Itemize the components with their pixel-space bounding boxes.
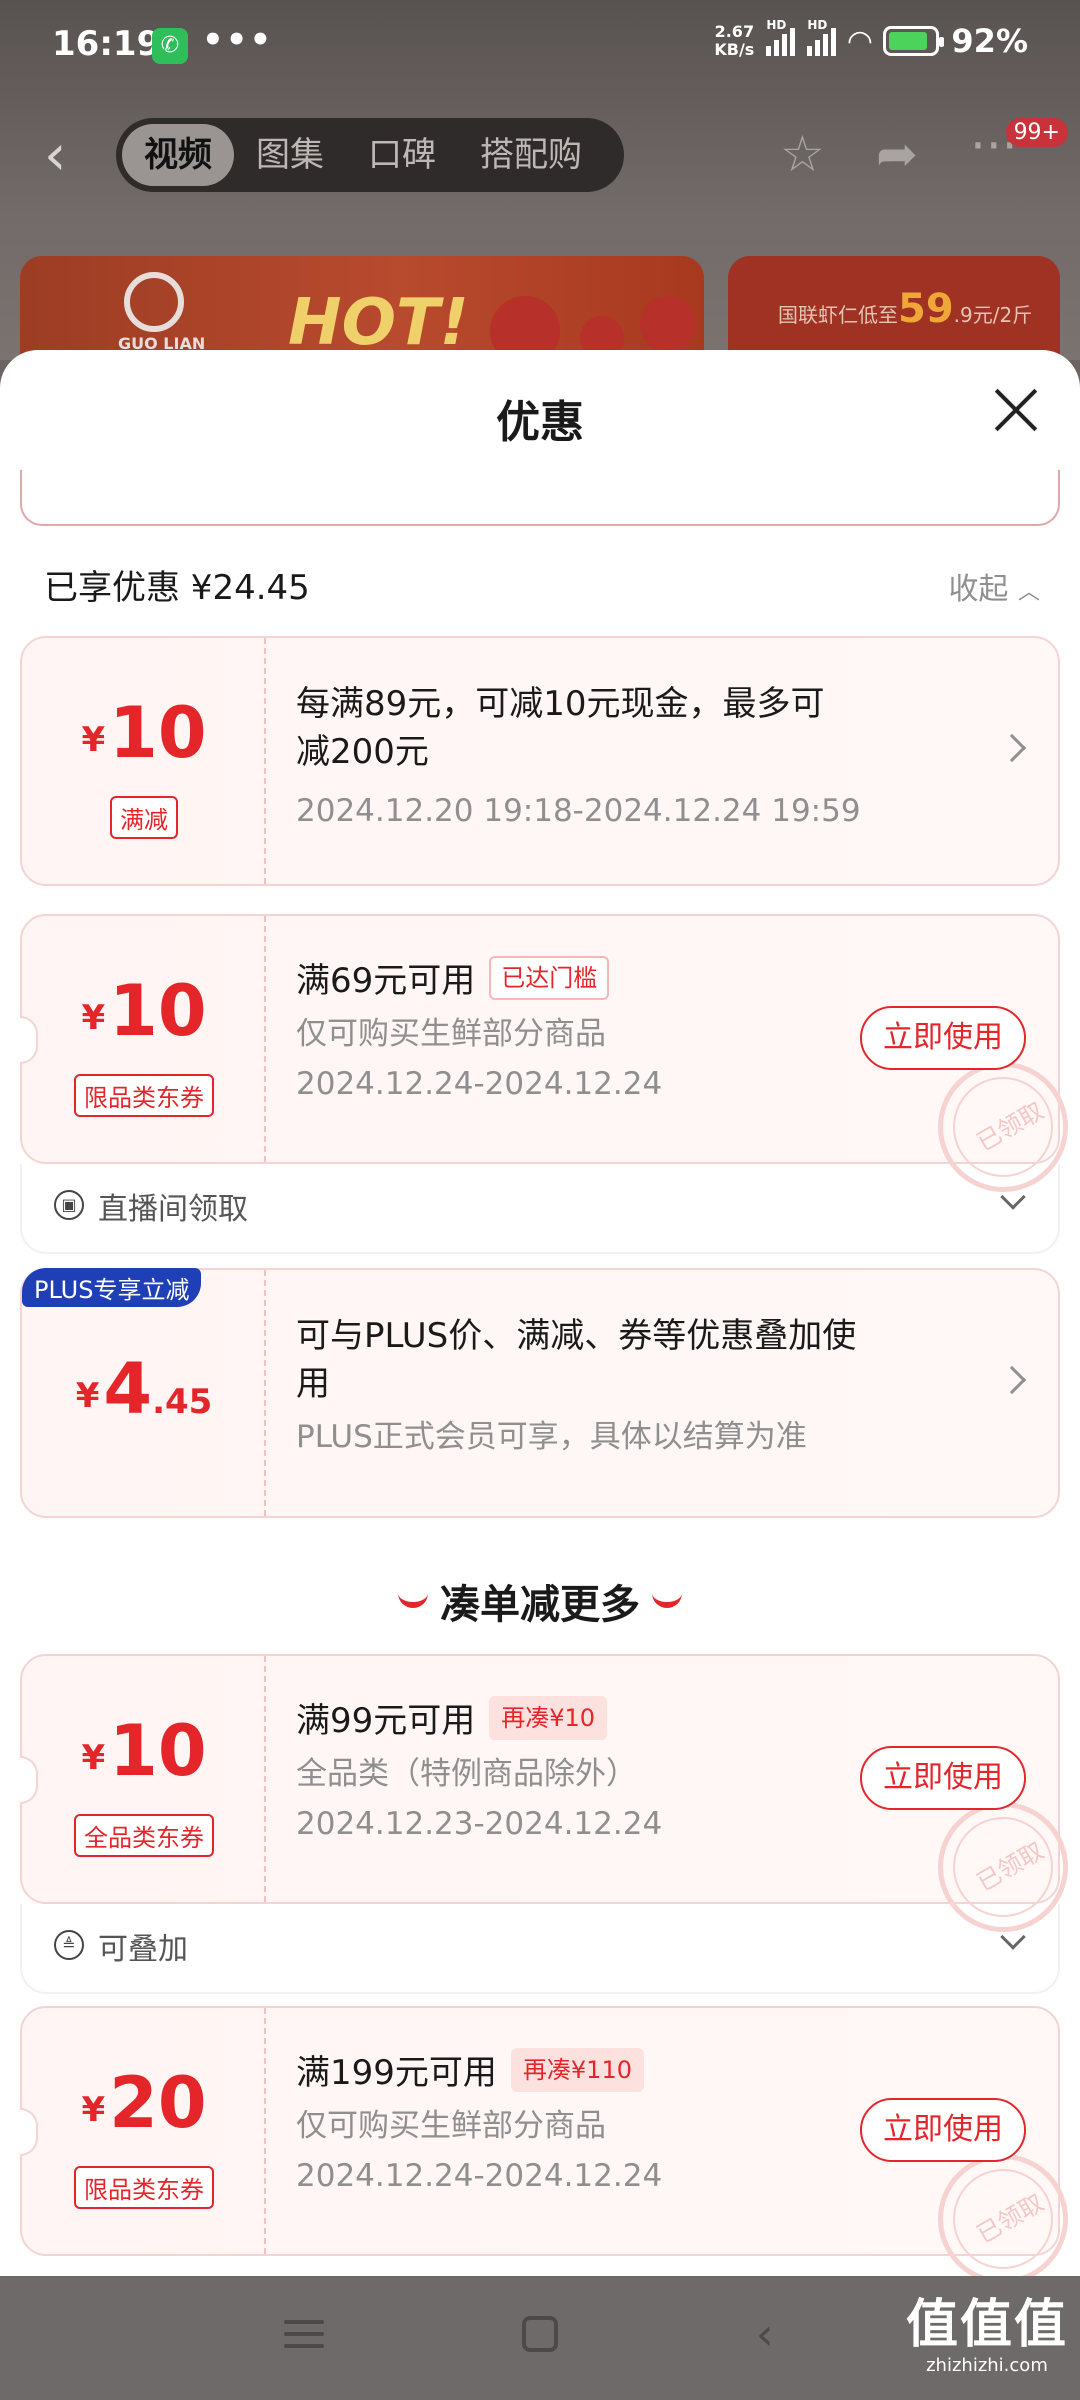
chevron-down-icon <box>1000 1924 1026 1950</box>
coupon-amount-area: ¥10 满减 <box>22 638 266 884</box>
coupon-amount-area: ¥10 限品类东券 <box>22 916 266 1162</box>
site-watermark: 值值值 zhizhizhi.com <box>906 2282 1068 2376</box>
wifi-icon: ◠ <box>848 23 872 59</box>
back-nav-icon[interactable]: ‹ <box>756 2310 774 2360</box>
coupon-amount: ¥4.45 <box>75 1348 213 1430</box>
coupon-type-tag: 限品类东券 <box>74 1074 214 1117</box>
notification-badge: 99+ <box>1005 118 1068 147</box>
hd-label-1: HD <box>766 18 787 32</box>
coupon-threshold: 满69元可用 <box>296 961 476 1001</box>
coupon-amount: ¥20 <box>81 2062 207 2144</box>
coupon-scope: 仅可购买生鲜部分商品 <box>296 1016 606 1052</box>
coupon-amount: ¥10 <box>81 1710 207 1792</box>
close-icon[interactable] <box>992 386 1040 434</box>
chevron-right-icon <box>997 733 1027 763</box>
battery-percent: 92% <box>951 22 1028 60</box>
enjoyed-discount-text: 已享优惠 ¥24.45 <box>44 568 310 608</box>
use-now-button[interactable]: 立即使用 <box>860 2098 1026 2162</box>
coupon-threshold: 满199元可用 <box>296 2053 497 2093</box>
discount-sheet: 优惠 已享优惠 ¥24.45 收起 ︿ ¥10 满减 每满89元，可减10元现金… <box>0 350 1080 2276</box>
chevron-up-icon: ︿ <box>1017 580 1040 605</box>
coupon-rule: 可与PLUS价、满减、券等优惠叠加使用 <box>296 1316 857 1404</box>
threshold-reached-tag: 已达门槛 <box>489 956 610 1000</box>
coupon-validity: 2024.12.23-2024.12.24 <box>296 1806 663 1842</box>
coupon-scope: 仅可购买生鲜部分商品 <box>296 2108 606 2144</box>
net-speed: 2.67 KB/s <box>714 23 754 59</box>
coupon-threshold: 满99元可用 <box>296 1701 476 1741</box>
status-bar: 16:19 ✆ ••• 2.67 KB/s HD HD ◠ 92% <box>0 0 1080 92</box>
claimed-stamp: 已领取 <box>938 2154 1068 2276</box>
media-tabs: 视频 图集 口碑 搭配购 <box>116 118 624 192</box>
share-icon[interactable]: ➦ <box>876 126 918 182</box>
coupon-amount: ¥10 <box>81 970 207 1052</box>
chevron-right-icon <box>997 1365 1027 1395</box>
previous-card-edge <box>20 470 1060 526</box>
status-time: 16:19 <box>52 24 161 64</box>
add-more-tag: 再凑¥110 <box>510 2048 644 2092</box>
coupon-card-category-2: ¥20 限品类东券 满199元可用 再凑¥110 仅可购买生鲜部分商品 2024.… <box>20 2006 1068 2276</box>
smile-decoration-left <box>398 1592 428 1608</box>
lantern-decoration <box>640 296 696 352</box>
coupon-card-plus[interactable]: ¥4.45 PLUS专享立减 可与PLUS价、满减、券等优惠叠加使用 PLUS正… <box>20 1268 1060 1518</box>
tab-bundle[interactable]: 搭配购 <box>458 124 604 186</box>
promo-text: 国联虾仁低至59.9元/2斤 <box>778 286 1033 332</box>
tab-reviews[interactable]: 口碑 <box>346 124 458 186</box>
signal-icon: HD <box>766 18 796 56</box>
net-speed-unit: KB/s <box>714 40 755 59</box>
coupon-stack-row[interactable]: ≜ 可叠加 <box>20 1904 1060 1994</box>
section-more-discounts: 凑单减更多 <box>0 1572 1080 1630</box>
coupon-validity: 2024.12.24-2024.12.24 <box>296 1066 663 1102</box>
net-speed-value: 2.67 <box>714 22 755 41</box>
coupon-validity: 2024.12.24-2024.12.24 <box>296 2158 663 2194</box>
coupon-card-all-category: ¥10 全品类东券 满99元可用 再凑¥10 全品类（特例商品除外） 2024.1… <box>20 1654 1068 1932</box>
coupon-type-tag: 满减 <box>110 796 178 839</box>
brand-logo <box>124 272 184 332</box>
menu-icon[interactable] <box>284 2320 324 2356</box>
coupon-amount-area: ¥20 限品类东券 <box>22 2008 266 2254</box>
battery-icon <box>883 26 945 56</box>
coupon-source-row[interactable]: ▣ 直播间领取 <box>20 1164 1060 1254</box>
back-icon[interactable]: ‹ <box>44 128 66 184</box>
sheet-title: 优惠 <box>496 397 584 448</box>
plus-badge: PLUS专享立减 <box>22 1268 202 1307</box>
smile-decoration-right <box>652 1592 682 1608</box>
tab-gallery[interactable]: 图集 <box>234 124 346 186</box>
coupon-stack-text: 可叠加 <box>98 1932 188 1967</box>
phone-call-icon: ✆ <box>152 28 188 64</box>
stack-icon: ≜ <box>54 1930 84 1960</box>
coupon-type-tag: 全品类东券 <box>74 1814 214 1857</box>
top-nav: ‹ 视频 图集 口碑 搭配购 ☆ ➦ ··· 99+ <box>0 118 1080 192</box>
coupon-rule: 每满89元，可减10元现金，最多可减200元 <box>296 684 825 772</box>
use-now-button[interactable]: 立即使用 <box>860 1006 1026 1070</box>
signal-icon-2: HD <box>807 18 837 56</box>
status-more-dots: ••• <box>202 20 274 60</box>
live-icon: ▣ <box>54 1190 84 1220</box>
home-icon[interactable] <box>522 2316 558 2352</box>
star-icon[interactable]: ☆ <box>780 126 825 182</box>
coupon-amount: ¥10 <box>81 692 207 774</box>
coupon-scope: 全品类（特例商品除外） <box>296 1756 637 1792</box>
watermark-logo: 值值值 <box>905 2295 1068 2355</box>
coupon-note: PLUS正式会员可享，具体以结算为准 <box>296 1419 807 1455</box>
watermark-url: zhizhizhi.com <box>926 2355 1048 2376</box>
status-right-cluster: 2.67 KB/s HD HD ◠ 92% <box>714 18 1028 60</box>
coupon-amount-area: ¥10 全品类东券 <box>22 1656 266 1902</box>
enjoyed-discount-row: 已享优惠 ¥24.45 收起 ︿ <box>44 560 1040 612</box>
tab-video[interactable]: 视频 <box>122 124 234 186</box>
system-nav-bar: ‹ 值值值 zhizhizhi.com <box>0 2276 1080 2400</box>
chevron-down-icon <box>1000 1184 1026 1210</box>
coupon-card-full-reduction[interactable]: ¥10 满减 每满89元，可减10元现金，最多可减200元 2024.12.20… <box>20 636 1060 886</box>
hd-label-2: HD <box>807 18 828 32</box>
coupon-card-category: ¥10 限品类东券 满69元可用 已达门槛 仅可购买生鲜部分商品 2024.12.… <box>20 914 1068 1192</box>
collapse-button[interactable]: 收起 ︿ <box>948 564 1040 608</box>
coupon-validity: 2024.12.20 19:18-2024.12.24 19:59 <box>296 793 861 829</box>
use-now-button[interactable]: 立即使用 <box>860 1746 1026 1810</box>
coupon-type-tag: 限品类东券 <box>74 2166 214 2209</box>
add-more-tag: 再凑¥10 <box>489 1696 608 1740</box>
hot-label: HOT! <box>288 286 469 360</box>
coupon-source-text: 直播间领取 <box>98 1192 248 1227</box>
